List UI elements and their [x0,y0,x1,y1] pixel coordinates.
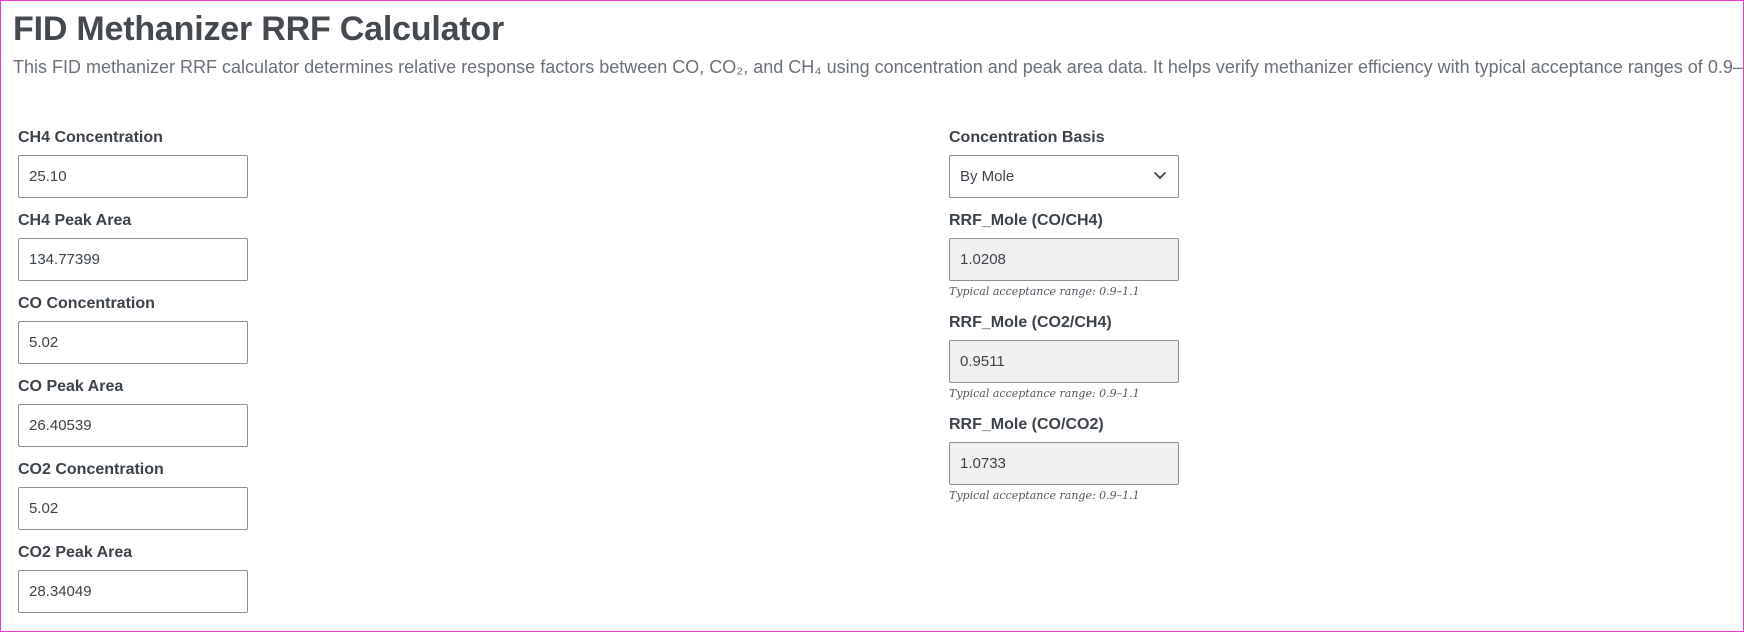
rrf-co-ch4-hint: Typical acceptance range: 0.9–1.1 [949,285,1140,298]
rrf-co-ch4-label: RRF_Mole (CO/CH4) [949,212,1103,229]
rrf-co2-ch4-label: RRF_Mole (CO2/CH4) [949,314,1112,331]
ch4-peak-area-input[interactable]: 134.77399 [18,238,248,281]
field-co2-concentration: CO2 Concentration 5.02 [18,460,318,543]
ch4-concentration-label: CH4 Concentration [18,129,163,146]
co-peak-area-input[interactable]: 26.40539 [18,404,248,447]
ch4-peak-area-label: CH4 Peak Area [18,212,132,229]
field-co2-peak-area: CO2 Peak Area 28.34049 [18,543,318,626]
rrf-co-co2-hint: Typical acceptance range: 0.9–1.1 [949,489,1140,502]
field-co-peak-area: CO Peak Area 26.40539 [18,377,318,460]
calculator-frame: FID Methanizer RRF Calculator This FID m… [0,0,1744,632]
rrf-co2-ch4-hint: Typical acceptance range: 0.9–1.1 [949,387,1140,400]
field-ch4-concentration: CH4 Concentration 25.10 [18,128,318,211]
rrf-co2-ch4-output: 0.9511 [949,340,1179,383]
co2-peak-area-input[interactable]: 28.34049 [18,570,248,613]
co2-concentration-input[interactable]: 5.02 [18,487,248,530]
field-ch4-peak-area: CH4 Peak Area 134.77399 [18,211,318,294]
co-peak-area-label: CO Peak Area [18,378,124,395]
co-concentration-label: CO Concentration [18,295,155,312]
chevron-down-icon [1154,172,1166,179]
input-column: CH4 Concentration 25.10 CH4 Peak Area 13… [18,128,318,626]
concentration-basis-label: Concentration Basis [949,129,1105,146]
rrf-co-co2-output: 1.0733 [949,442,1179,485]
co2-peak-area-label: CO2 Peak Area [18,544,133,561]
field-concentration-basis: Concentration Basis By Mole [949,128,1249,211]
field-co-concentration: CO Concentration 5.02 [18,294,318,377]
field-rrf-co2-ch4: RRF_Mole (CO2/CH4) 0.9511 Typical accept… [949,313,1249,415]
page-title: FID Methanizer RRF Calculator [13,10,505,48]
rrf-co-co2-label: RRF_Mole (CO/CO2) [949,416,1104,433]
ch4-concentration-input[interactable]: 25.10 [18,155,248,198]
output-column: Concentration Basis By Mole RRF_Mole (CO… [949,128,1249,517]
co-concentration-input[interactable]: 5.02 [18,321,248,364]
rrf-co-ch4-output: 1.0208 [949,238,1179,281]
co2-concentration-label: CO2 Concentration [18,461,164,478]
page-description: This FID methanizer RRF calculator deter… [13,57,1744,77]
field-rrf-co-ch4: RRF_Mole (CO/CH4) 1.0208 Typical accepta… [949,211,1249,313]
field-rrf-co-co2: RRF_Mole (CO/CO2) 1.0733 Typical accepta… [949,415,1249,517]
concentration-basis-select[interactable]: By Mole [949,155,1179,198]
concentration-basis-selected: By Mole [960,168,1015,185]
